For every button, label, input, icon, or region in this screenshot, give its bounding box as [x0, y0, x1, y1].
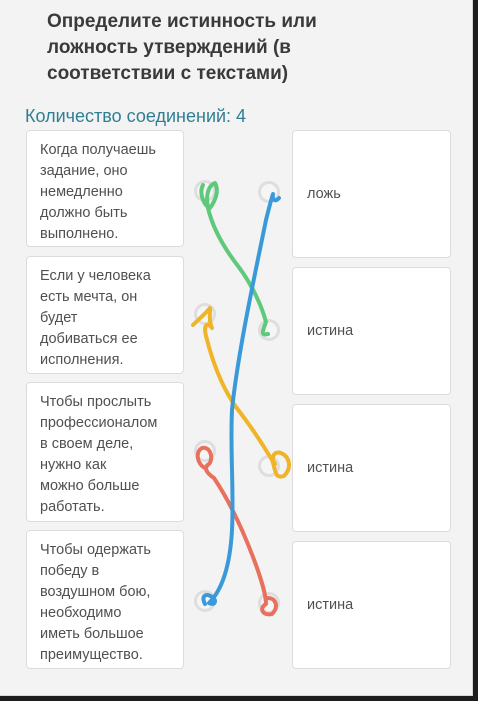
statement-text: Чтобы прослыть профессионалом в своем де…: [40, 394, 158, 515]
answer-card-4[interactable]: истина: [292, 541, 451, 669]
task-title: Определите истинность или ложность утвер…: [47, 11, 317, 84]
statement-card-2[interactable]: Если у человека есть мечта, он будет доб…: [26, 256, 184, 374]
statement-card-4[interactable]: Чтобы одержать победу в воздушном бою, н…: [26, 530, 184, 669]
statement-card-3[interactable]: Чтобы прослыть профессионалом в своем де…: [26, 382, 184, 522]
answer-connector-4[interactable]: [258, 592, 280, 614]
answer-label: истина: [307, 597, 354, 613]
answer-label: истина: [307, 323, 354, 339]
answer-connector-1[interactable]: [258, 181, 280, 203]
connections-count: Количество соединений: 4: [25, 106, 247, 126]
statement-connector-4[interactable]: [194, 590, 216, 612]
answer-card-1[interactable]: ложь: [292, 130, 451, 258]
answer-connector-3[interactable]: [258, 455, 280, 477]
statement-connector-3[interactable]: [194, 440, 216, 462]
task-panel: Определите истинность или ложность утвер…: [0, 0, 473, 696]
answer-label: ложь: [307, 186, 341, 202]
answer-label: истина: [307, 460, 354, 476]
statement-connector-1[interactable]: [194, 180, 216, 202]
answer-card-2[interactable]: истина: [292, 267, 451, 395]
statement-text: Если у человека есть мечта, он будет доб…: [40, 268, 151, 368]
statement-text: Когда получаешь задание, оно немедленно …: [40, 142, 156, 242]
answer-card-3[interactable]: истина: [292, 404, 451, 532]
answer-connector-2[interactable]: [258, 319, 280, 341]
statement-card-1[interactable]: Когда получаешь задание, оно немедленно …: [26, 130, 184, 247]
statement-connector-2[interactable]: [194, 303, 216, 325]
statement-text: Чтобы одержать победу в воздушном бою, н…: [40, 542, 151, 663]
